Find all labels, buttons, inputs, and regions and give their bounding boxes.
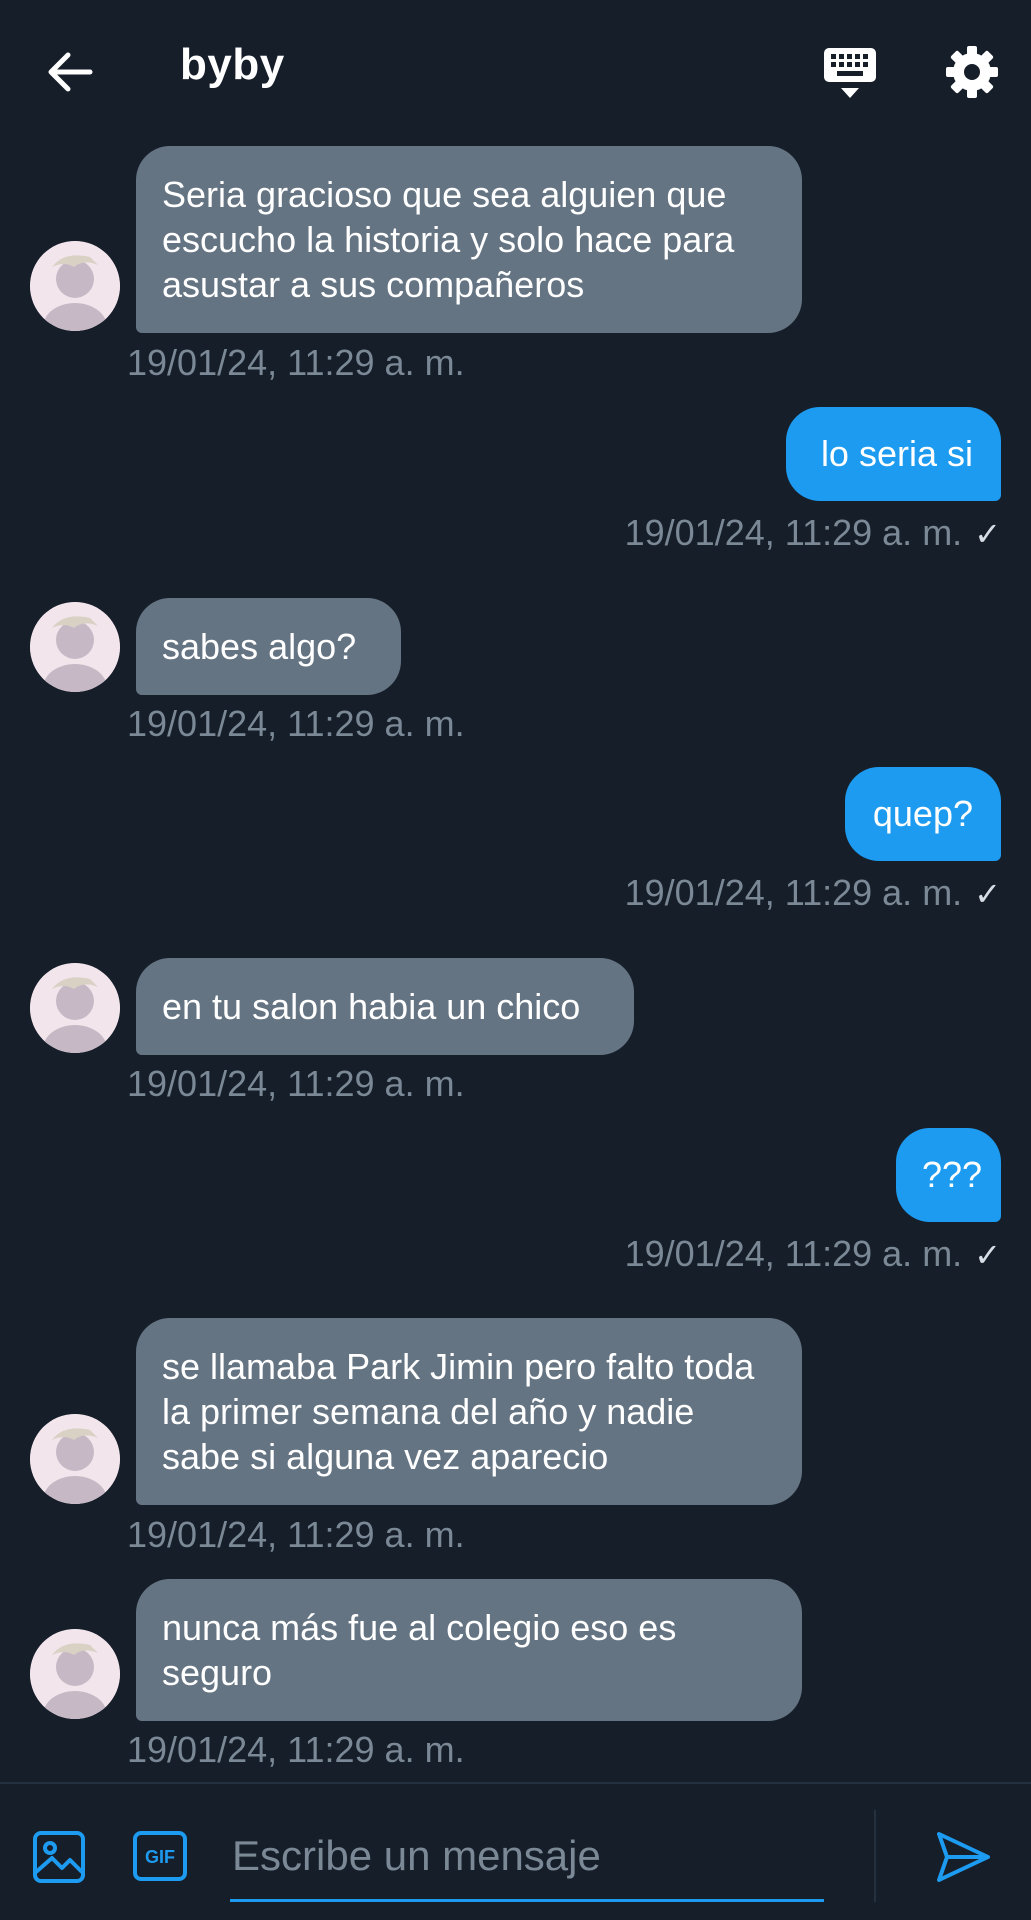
message-text: lo seria si (820, 433, 973, 474)
message-timestamp: 19/01/24, 11:29 a. m. (127, 1514, 465, 1555)
back-button[interactable] (44, 46, 96, 98)
send-button[interactable] (934, 1828, 992, 1886)
message-bubble-incoming[interactable]: se llamaba Park Jimin pero falto toda la… (136, 1318, 802, 1505)
contact-avatar[interactable] (30, 963, 120, 1053)
message-timestamp: 19/01/24, 11:29 a. m. (127, 1729, 465, 1770)
keyboard-icon (824, 48, 876, 98)
attach-image-button[interactable] (32, 1830, 86, 1884)
message-timestamp-row: 19/01/24, 11:29 a. m. ✓ (625, 873, 1001, 914)
message-timestamp-row: 19/01/24, 11:29 a. m. ✓ (625, 1234, 1001, 1275)
contact-avatar[interactable] (30, 1414, 120, 1504)
contact-avatar[interactable] (30, 602, 120, 692)
avatar-image (30, 1629, 120, 1719)
avatar-image (30, 602, 120, 692)
message-bubble-outgoing[interactable]: ??? (896, 1128, 1001, 1222)
conversation-title[interactable]: byby (180, 40, 285, 90)
avatar-image (30, 241, 120, 331)
message-text: en tu salon habia un chico (162, 986, 581, 1027)
message-timestamp: 19/01/24, 11:29 a. m. (127, 342, 465, 383)
message-timestamp: 19/01/24, 11:29 a. m. (127, 703, 465, 744)
message-bubble-incoming[interactable]: en tu salon habia un chico (136, 958, 634, 1055)
avatar-image (30, 963, 120, 1053)
message-text: se llamaba Park Jimin pero falto toda la… (162, 1346, 755, 1477)
message-timestamp: 19/01/24, 11:29 a. m. (624, 512, 963, 553)
gear-icon (946, 46, 998, 98)
send-icon (937, 1832, 990, 1882)
message-text: quep? (872, 793, 973, 834)
message-composer: GIF (0, 1782, 1031, 1920)
message-bubble-incoming[interactable]: nunca más fue al colegio eso es seguro (136, 1579, 802, 1721)
message-timestamp: 19/01/24, 11:29 a. m. (624, 1233, 963, 1274)
settings-button[interactable] (944, 44, 1000, 100)
message-input[interactable] (230, 1812, 824, 1902)
message-text: sabes algo? (162, 626, 357, 667)
chat-header: byby (0, 0, 1031, 140)
contact-avatar[interactable] (30, 1629, 120, 1719)
avatar-image (30, 1414, 120, 1504)
sent-check-icon: ✓ (974, 876, 1001, 912)
sent-check-icon: ✓ (974, 1237, 1001, 1273)
message-timestamp: 19/01/24, 11:29 a. m. (127, 1063, 465, 1104)
contact-avatar[interactable] (30, 241, 120, 331)
message-bubble-incoming[interactable]: sabes algo? (136, 598, 401, 695)
message-timestamp-row: 19/01/24, 11:29 a. m. ✓ (625, 513, 1001, 554)
message-timestamp: 19/01/24, 11:29 a. m. (624, 872, 963, 913)
message-text: nunca más fue al colegio eso es seguro (162, 1607, 677, 1693)
sent-check-icon: ✓ (974, 516, 1001, 552)
message-text: ??? (922, 1154, 983, 1195)
attach-gif-button[interactable]: GIF (132, 1830, 188, 1882)
keyboard-toggle-button[interactable] (822, 46, 878, 102)
message-bubble-outgoing[interactable]: lo seria si (786, 407, 1001, 501)
gif-label: GIF (145, 1847, 175, 1867)
image-icon (33, 1831, 85, 1883)
message-bubble-outgoing[interactable]: quep? (845, 767, 1001, 861)
arrow-left-icon (48, 52, 93, 92)
gif-icon: GIF (133, 1831, 187, 1881)
composer-divider (874, 1810, 876, 1902)
message-bubble-incoming[interactable]: Seria gracioso que sea alguien que escuc… (136, 146, 802, 333)
message-text: Seria gracioso que sea alguien que escuc… (162, 174, 735, 305)
